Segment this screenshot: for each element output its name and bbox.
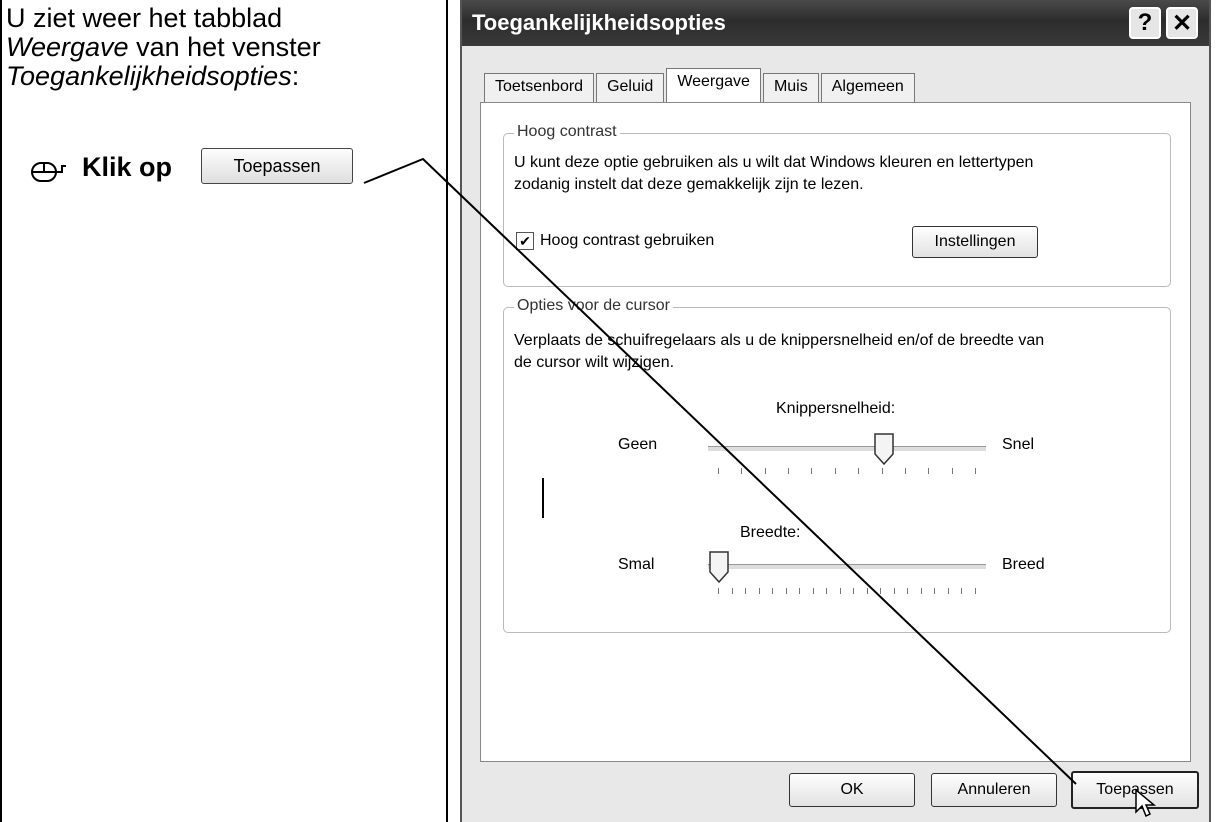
callout-line (363, 157, 1077, 785)
tutorial-page: U ziet weer het tabblad Weergave van het… (0, 0, 1223, 822)
